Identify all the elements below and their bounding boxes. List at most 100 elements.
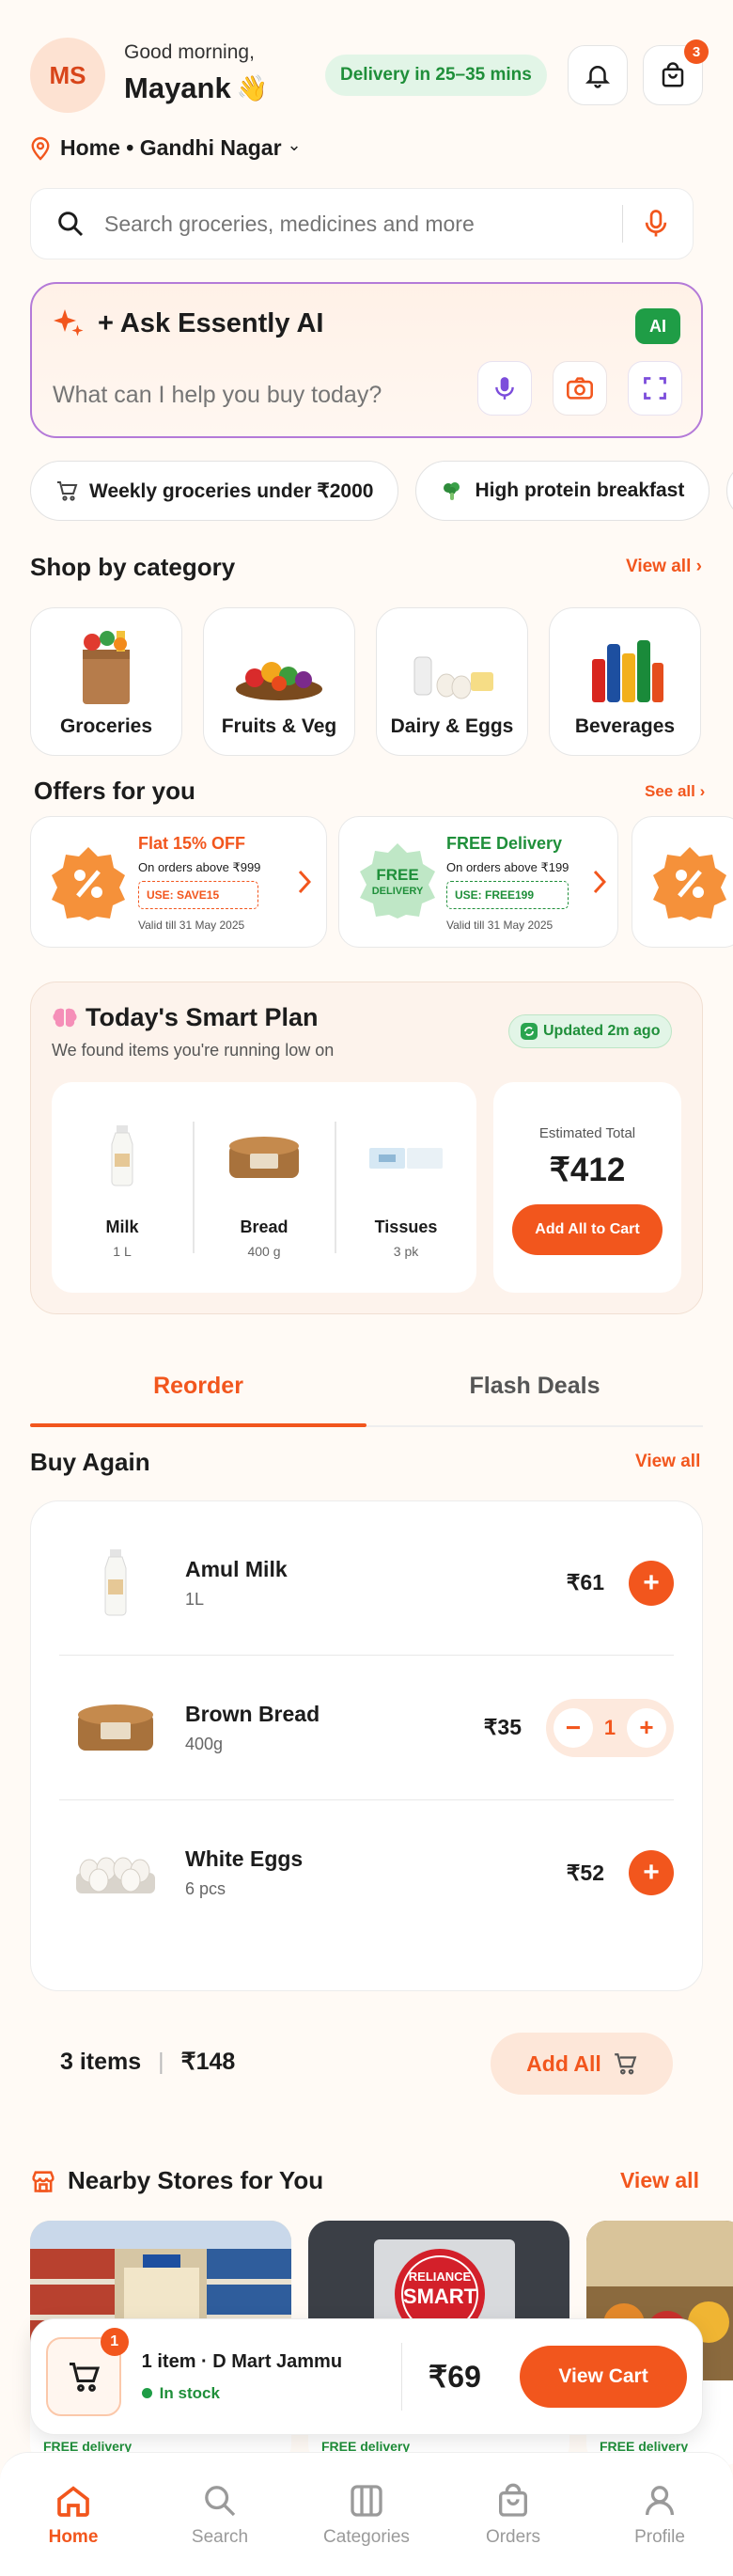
category-list: Groceries Fruits & Veg Dairy & Eggs Beve… — [30, 607, 701, 756]
buy-again-item-eggs[interactable]: White Eggs 6 pcs ₹52 + — [59, 1800, 674, 1945]
offers-title: Offers for you — [34, 777, 195, 805]
add-all-label: Add All — [526, 2050, 601, 2076]
location-pin-icon — [31, 136, 50, 161]
offer-code[interactable]: USE: FREE199 — [446, 881, 569, 909]
increment-button[interactable]: + — [627, 1707, 666, 1748]
search-input[interactable] — [104, 211, 601, 237]
free-badge-line1: FREE — [376, 866, 419, 884]
chip-partial[interactable] — [726, 461, 733, 521]
plan-item-milk[interactable]: Milk 1 L — [52, 1082, 193, 1293]
offer-card-partial[interactable] — [632, 816, 733, 948]
microphone-icon[interactable] — [644, 209, 668, 239]
estimated-total-label: Estimated Total — [538, 1125, 636, 1141]
status-dot — [141, 2388, 152, 2398]
ai-camera-button[interactable] — [553, 361, 607, 416]
offer-condition: On orders above ₹199 — [446, 860, 569, 874]
bread-icon — [229, 1137, 299, 1178]
tab-reorder[interactable]: Reorder — [30, 1373, 366, 1400]
chip-weekly-groceries[interactable]: Weekly groceries under ₹2000 — [30, 461, 399, 521]
product-info: White Eggs 6 pcs — [185, 1846, 567, 1899]
buy-again-item-bread[interactable]: Brown Bread 400g ₹35 − 1 + — [59, 1656, 674, 1800]
ai-voice-button[interactable] — [477, 361, 532, 416]
add-button[interactable]: + — [629, 1560, 674, 1606]
ask-ai-title[interactable]: + Ask Essently AI — [98, 308, 323, 339]
bread-icon — [78, 1704, 153, 1751]
nav-categories[interactable]: Categories — [293, 2482, 440, 2548]
notification-button[interactable] — [568, 45, 628, 105]
brain-icon — [53, 1008, 77, 1028]
category-fruits-veg[interactable]: Fruits & Veg — [203, 607, 355, 756]
category-dairy-eggs[interactable]: Dairy & Eggs — [376, 607, 528, 756]
offer-card-free-delivery[interactable]: FREE DELIVERY FREE Delivery On orders ab… — [338, 816, 618, 948]
cart-info: 1 item · D Mart Jammu In stock — [141, 2351, 375, 2403]
plan-item-qty: 3 pk — [393, 1244, 419, 1259]
product-price: ₹52 — [566, 1860, 604, 1885]
grocery-bag-icon — [83, 631, 130, 704]
category-label: Fruits & Veg — [221, 715, 337, 737]
cart-icon — [614, 2053, 637, 2075]
category-label: Dairy & Eggs — [390, 715, 514, 737]
plan-item-name: Milk — [105, 1217, 139, 1236]
fruits-icon — [236, 662, 322, 700]
beverages-icon — [592, 640, 663, 702]
offer-validity: Valid till 31 May 2025 — [138, 919, 245, 932]
summary-total: ₹148 — [180, 2049, 236, 2075]
view-cart-button[interactable]: View Cart — [520, 2346, 687, 2408]
categories-view-all[interactable]: View all › — [626, 557, 702, 577]
chip-high-protein[interactable]: High protein breakfast — [415, 461, 710, 521]
quantity-stepper[interactable]: − 1 + — [546, 1698, 674, 1757]
add-button[interactable]: + — [629, 1850, 674, 1895]
product-image — [59, 1846, 172, 1899]
discount-badge-icon — [52, 847, 125, 920]
shopping-bag-icon — [662, 62, 684, 87]
nav-home[interactable]: Home — [0, 2482, 147, 2548]
category-groceries[interactable]: Groceries — [30, 607, 182, 756]
bell-icon — [585, 66, 611, 88]
cart-thumb[interactable]: 1 — [46, 2328, 129, 2416]
offer-condition: On orders above ₹999 — [138, 860, 261, 874]
ai-scan-button[interactable] — [628, 361, 682, 416]
nearby-stores-view-all[interactable]: View all — [620, 2168, 699, 2193]
buy-again-item-milk[interactable]: Amul Milk 1L ₹61 + — [59, 1511, 674, 1656]
sparkle-icon — [54, 309, 84, 337]
nav-orders[interactable]: Orders — [440, 2482, 586, 2548]
smart-plan-subtitle: We found items you're running low on — [52, 1041, 335, 1060]
summary-divider: | — [158, 2048, 164, 2075]
avatar[interactable]: MS — [30, 38, 105, 113]
nav-label: Orders — [485, 2526, 541, 2547]
nav-profile[interactable]: Profile — [586, 2482, 733, 2548]
quantity-value: 1 — [603, 1715, 616, 1739]
home-icon — [57, 2485, 89, 2517]
product-name: Amul Milk — [185, 1556, 288, 1581]
offer-title: FREE Delivery — [446, 834, 563, 853]
nav-search[interactable]: Search — [147, 2482, 293, 2548]
plan-item-tissues[interactable]: Tissues 3 pk — [335, 1082, 476, 1293]
delivery-badge: Delivery in 25–35 mins — [325, 55, 547, 96]
location-selector[interactable]: Home • Gandhi Nagar ⌄ — [30, 135, 302, 161]
product-image — [59, 1702, 172, 1754]
plan-item-name: Bread — [240, 1217, 289, 1236]
add-all-button[interactable]: Add All — [491, 2033, 673, 2095]
product-info: Amul Milk 1L — [185, 1557, 567, 1610]
search-icon — [205, 2485, 236, 2516]
decrement-button[interactable]: − — [554, 1707, 593, 1748]
plan-item-name: Tissues — [374, 1217, 438, 1236]
add-all-to-cart-button[interactable]: Add All to Cart — [512, 1204, 663, 1255]
summary-count: 3 items — [60, 2048, 142, 2075]
offer-code[interactable]: USE: SAVE15 — [138, 881, 258, 909]
cart-price: ₹69 — [428, 2360, 481, 2394]
tab-flash-deals[interactable]: Flash Deals — [366, 1373, 703, 1400]
offer-card-discount[interactable]: Flat 15% OFF On orders above ₹999 USE: S… — [30, 816, 327, 948]
category-label: Groceries — [59, 715, 153, 737]
plan-item-bread[interactable]: Bread 400 g — [194, 1082, 335, 1293]
smart-plan-card: Today's Smart Plan We found items you're… — [30, 982, 703, 1314]
product-qty: 400g — [185, 1734, 224, 1753]
search-bar[interactable] — [30, 188, 694, 259]
plan-item-qty: 400 g — [247, 1244, 281, 1259]
category-beverages[interactable]: Beverages — [549, 607, 701, 756]
buy-again-view-all[interactable]: View all — [635, 1452, 700, 1472]
chip-label: High protein breakfast — [475, 479, 685, 501]
microphone-icon — [495, 377, 514, 400]
offers-see-all[interactable]: See all › — [645, 782, 705, 801]
ai-prompt-input[interactable] — [53, 374, 485, 416]
